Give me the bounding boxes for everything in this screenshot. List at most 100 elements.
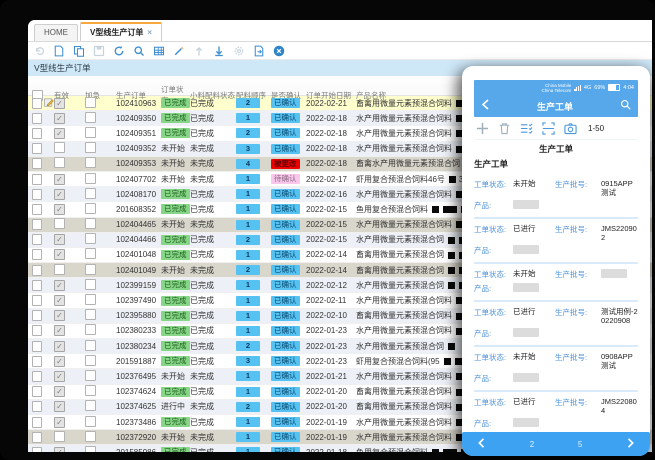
prev-page-icon[interactable] [476,435,486,453]
urgent-checkbox[interactable] [85,355,96,366]
save-icon[interactable] [92,44,105,57]
urgent-checkbox[interactable] [85,400,96,411]
row-checkbox[interactable] [32,432,42,443]
next-page-icon[interactable] [626,435,636,453]
row-checkbox[interactable] [32,128,42,139]
row-checkbox[interactable] [32,174,42,185]
valid-checkbox[interactable]: ✓ [54,310,65,321]
valid-checkbox[interactable]: ✓ [54,341,65,352]
row-checkbox[interactable] [32,356,42,367]
work-order-item[interactable]: 工单状态: 未开始 生产批号: 0908APP测试 产品: [474,347,638,392]
list-icon[interactable] [520,122,533,135]
table-icon[interactable] [152,44,165,57]
work-order-item[interactable]: 工单状态: 未开始 生产批号: 产品: [474,264,638,302]
valid-checkbox[interactable]: ✓ [54,174,65,185]
valid-checkbox[interactable]: ✓ [54,356,65,367]
valid-checkbox[interactable] [54,264,65,275]
row-checkbox[interactable] [32,280,42,291]
row-checkbox[interactable] [32,143,42,154]
search-icon[interactable] [132,44,145,57]
urgent-checkbox[interactable] [85,340,96,351]
row-checkbox[interactable] [32,386,42,397]
valid-checkbox[interactable]: ✓ [54,401,65,412]
valid-checkbox[interactable] [54,157,65,168]
tab-production-orders[interactable]: V型线生产订单 × [80,22,162,41]
urgent-checkbox[interactable] [85,370,96,381]
back-icon[interactable] [481,97,490,115]
close-circle-icon[interactable] [272,44,285,57]
valid-checkbox[interactable] [54,431,65,442]
urgent-checkbox[interactable] [85,188,96,199]
trash-icon[interactable] [498,122,511,135]
valid-checkbox[interactable] [54,218,65,229]
urgent-checkbox[interactable] [85,279,96,290]
urgent-checkbox[interactable] [85,294,96,305]
work-order-item[interactable]: 工单状态: 已进行 生产批号: JMS220804 产品: [474,392,638,430]
valid-checkbox[interactable]: ✓ [54,234,65,245]
export-icon[interactable] [252,44,265,57]
valid-checkbox[interactable]: ✓ [54,204,65,215]
row-checkbox[interactable] [32,204,42,215]
upload-icon[interactable] [192,44,205,57]
work-order-item[interactable]: 工单状态: 未开始 生产批号: 0915APP测试 产品: [474,174,638,219]
urgent-checkbox[interactable] [85,112,96,123]
urgent-checkbox[interactable] [85,385,96,396]
urgent-checkbox[interactable] [85,309,96,320]
work-order-item[interactable]: 工单状态: 已进行 生产批号: JMS220902 产品: [474,219,638,264]
settings-icon[interactable] [232,44,245,57]
row-checkbox[interactable] [32,249,42,260]
valid-checkbox[interactable]: ✓ [54,447,65,452]
camera-icon[interactable] [564,122,577,135]
valid-checkbox[interactable]: ✓ [54,280,65,291]
urgent-checkbox[interactable] [85,264,96,275]
valid-checkbox[interactable]: ✓ [54,386,65,397]
row-checkbox[interactable] [32,265,42,276]
valid-checkbox[interactable]: ✓ [54,325,65,336]
scan-icon[interactable] [542,122,555,135]
row-checkbox[interactable] [32,371,42,382]
valid-checkbox[interactable]: ✓ [54,295,65,306]
tab-home[interactable]: HOME [34,24,78,41]
valid-checkbox[interactable]: ✓ [54,189,65,200]
urgent-checkbox[interactable] [85,157,96,168]
row-checkbox[interactable] [32,401,42,412]
copy-icon[interactable] [72,44,85,57]
valid-checkbox[interactable]: ✓ [54,249,65,260]
row-checkbox[interactable] [32,341,42,352]
row-checkbox[interactable] [32,295,42,306]
urgent-checkbox[interactable] [85,203,96,214]
valid-checkbox[interactable]: ✓ [54,128,65,139]
valid-checkbox[interactable]: ✓ [54,98,65,109]
row-checkbox[interactable] [32,234,42,245]
urgent-checkbox[interactable] [85,416,96,427]
row-checkbox[interactable] [32,189,42,200]
urgent-checkbox[interactable] [85,248,96,259]
row-checkbox[interactable] [32,113,42,124]
download-icon[interactable] [212,44,225,57]
undo-icon[interactable] [32,44,45,57]
magic-wand-icon[interactable] [172,44,185,57]
row-checkbox[interactable] [32,447,42,452]
urgent-checkbox[interactable] [85,97,96,108]
tab-close-icon[interactable]: × [147,25,152,41]
row-checkbox[interactable] [32,417,42,428]
add-icon[interactable] [476,122,489,135]
row-checkbox[interactable] [32,325,42,336]
urgent-checkbox[interactable] [85,127,96,138]
valid-checkbox[interactable]: ✓ [54,417,65,428]
edit-icon[interactable] [44,98,54,108]
urgent-checkbox[interactable] [85,431,96,442]
new-document-icon[interactable] [52,44,65,57]
valid-checkbox[interactable] [54,142,65,153]
urgent-checkbox[interactable] [85,446,96,452]
urgent-checkbox[interactable] [85,233,96,244]
phone-search-icon[interactable] [620,97,631,115]
row-checkbox[interactable] [32,219,42,230]
refresh-icon[interactable] [112,44,125,57]
valid-checkbox[interactable]: ✓ [54,113,65,124]
urgent-checkbox[interactable] [85,218,96,229]
valid-checkbox[interactable]: ✓ [54,371,65,382]
row-checkbox[interactable] [32,98,42,109]
urgent-checkbox[interactable] [85,324,96,335]
urgent-checkbox[interactable] [85,173,96,184]
